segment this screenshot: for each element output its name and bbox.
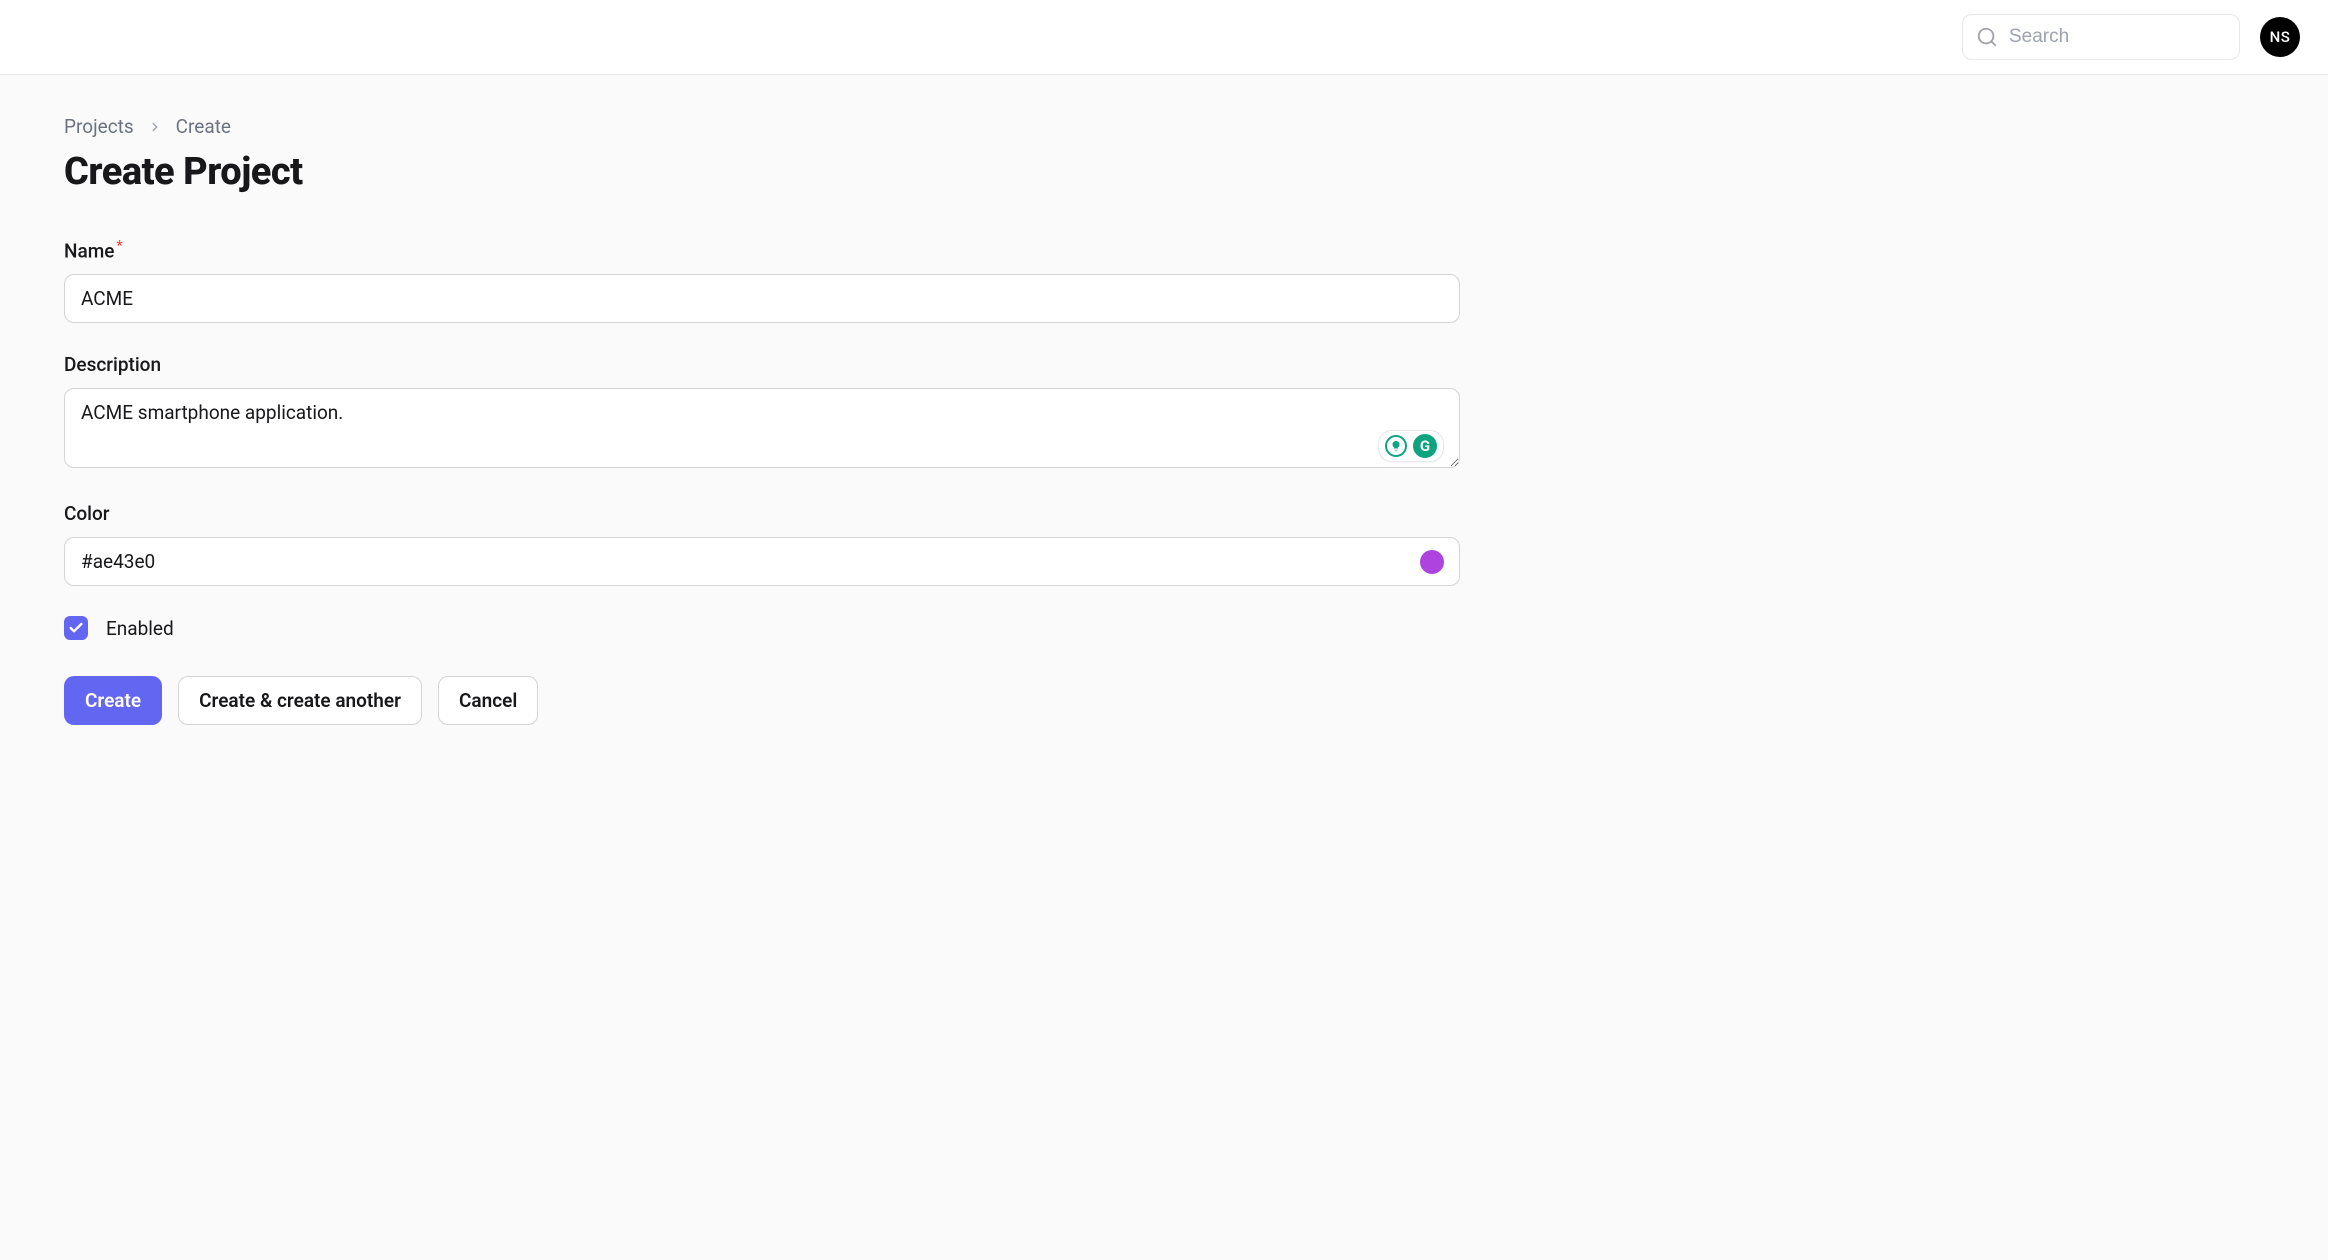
enabled-checkbox[interactable] (64, 616, 88, 640)
form-group-description: Description G (64, 353, 1460, 472)
avatar[interactable]: NS (2260, 17, 2300, 57)
breadcrumb-parent-link[interactable]: Projects (64, 115, 134, 138)
required-star-icon: * (116, 238, 122, 254)
form-group-color: Color (64, 502, 1460, 586)
button-row: Create Create & create another Cancel (64, 676, 1460, 725)
color-label: Color (64, 502, 1460, 525)
create-button[interactable]: Create (64, 676, 162, 725)
cancel-button[interactable]: Cancel (438, 676, 538, 725)
description-textarea[interactable] (64, 388, 1460, 468)
enabled-label: Enabled (106, 617, 174, 640)
search-wrapper (1962, 14, 2240, 60)
header: NS (0, 0, 2328, 75)
enabled-row: Enabled (64, 616, 1460, 640)
chevron-right-icon (148, 120, 162, 134)
color-input-wrapper (64, 537, 1460, 586)
check-icon (68, 620, 84, 636)
search-input[interactable] (1962, 14, 2240, 60)
create-another-button[interactable]: Create & create another (178, 676, 422, 725)
breadcrumb: Projects Create (64, 115, 1460, 138)
textarea-container: G (64, 388, 1460, 472)
content: Projects Create Create Project Name* Des… (0, 75, 1524, 765)
lightbulb-icon (1385, 435, 1407, 457)
color-swatch[interactable] (1420, 550, 1444, 574)
description-label: Description (64, 353, 1460, 376)
name-label-text: Name (64, 239, 114, 262)
color-input[interactable] (64, 537, 1460, 586)
grammarly-icon: G (1413, 434, 1437, 458)
breadcrumb-current: Create (176, 115, 231, 138)
grammar-widget[interactable]: G (1378, 430, 1444, 462)
page-title: Create Project (64, 150, 1460, 194)
search-icon (1976, 26, 1998, 48)
name-label: Name* (64, 238, 1460, 262)
form-group-name: Name* (64, 238, 1460, 323)
name-input[interactable] (64, 274, 1460, 323)
